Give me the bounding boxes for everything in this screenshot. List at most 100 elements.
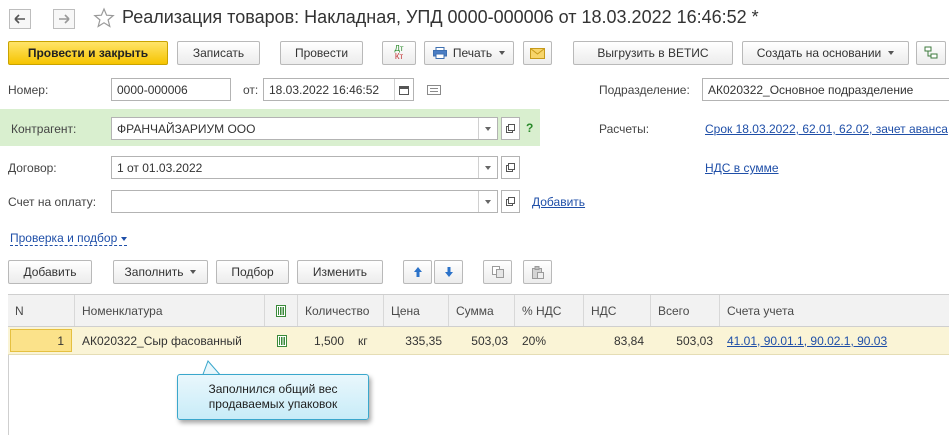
add-invoice-link[interactable]: Добавить	[532, 195, 585, 209]
print-label: Печать	[452, 46, 493, 60]
col-vat[interactable]: НДС	[584, 295, 651, 326]
col-qty[interactable]: Количество	[298, 295, 384, 326]
favorite-star-icon[interactable]	[93, 7, 115, 29]
counterparty-value: ФРАНЧАЙЗАРИУМ ООО	[117, 121, 256, 136]
counterparty-label: Контрагент:	[11, 122, 77, 136]
copy-row-button[interactable]	[483, 260, 512, 284]
cell-vat[interactable]: 83,84	[584, 327, 651, 354]
hierarchy-icon	[924, 46, 938, 59]
settlements-label: Расчеты:	[599, 122, 650, 136]
fill-label: Заполнить	[124, 265, 184, 279]
dt-kt-button[interactable]: Дт Кт	[382, 41, 416, 65]
col-marking[interactable]	[265, 295, 298, 326]
cell-price[interactable]: 335,35	[384, 327, 449, 354]
change-button[interactable]: Изменить	[297, 260, 383, 284]
cell-vat-rate[interactable]: 20%	[515, 327, 584, 354]
cell-qty[interactable]: 1,500	[298, 327, 351, 354]
check-and-selection-link[interactable]: Проверка и подбор	[10, 231, 128, 246]
chevron-down-icon	[485, 199, 491, 204]
table-header: N Номенклатура Количество Цена Сумма % Н…	[8, 294, 949, 327]
save-button[interactable]: Записать	[177, 41, 260, 65]
marking-code-icon	[276, 334, 287, 347]
invoice-label: Счет на оплату:	[8, 195, 97, 209]
date-label: от:	[243, 83, 259, 97]
paste-icon	[531, 265, 544, 279]
open-window-icon	[506, 124, 515, 133]
division-label: Подразделение:	[599, 83, 690, 97]
counterparty-field[interactable]: ФРАНЧАЙЗАРИУМ ООО	[111, 117, 498, 140]
contract-field[interactable]: 1 от 01.03.2022	[111, 156, 498, 179]
contract-label: Договор:	[8, 161, 57, 175]
chevron-down-icon	[485, 126, 491, 131]
col-sum[interactable]: Сумма	[449, 295, 515, 326]
invoice-open-button[interactable]	[501, 190, 520, 213]
post-and-close-button[interactable]: Провести и закрыть	[8, 41, 168, 65]
cell-unit[interactable]: кг	[351, 327, 384, 354]
open-window-icon	[506, 197, 515, 206]
paste-row-button[interactable]	[523, 260, 552, 284]
envelope-icon	[530, 47, 545, 59]
add-row-button[interactable]: Добавить	[8, 260, 92, 284]
structure-button[interactable]	[916, 41, 946, 65]
arrow-right-icon	[59, 14, 70, 24]
col-price[interactable]: Цена	[384, 295, 449, 326]
calendar-icon	[399, 85, 409, 95]
back-button[interactable]	[9, 9, 31, 29]
cell-total[interactable]: 503,03	[651, 327, 720, 354]
calendar-button[interactable]	[394, 79, 413, 100]
export-vetis-button[interactable]: Выгрузить в ВЕТИС	[573, 41, 733, 65]
comment-icon[interactable]	[427, 85, 441, 95]
chevron-down-icon	[121, 236, 128, 241]
cell-sum[interactable]: 503,03	[449, 327, 515, 354]
annotation-callout: Заполнился общий вес продаваемых упаково…	[177, 374, 369, 420]
arrow-left-icon	[14, 14, 25, 24]
col-item[interactable]: Номенклатура	[75, 295, 265, 326]
contract-dropdown-button[interactable]	[478, 157, 497, 178]
move-down-button[interactable]	[434, 260, 463, 284]
number-field[interactable]: 0000-000006	[111, 78, 231, 101]
selection-button[interactable]: Подбор	[216, 260, 289, 284]
date-field[interactable]: 18.03.2022 16:46:52	[263, 78, 414, 101]
arrow-down-icon	[444, 267, 453, 277]
create-based-on-label: Создать на основании	[756, 46, 882, 60]
marking-code-icon	[276, 304, 286, 317]
invoice-field[interactable]	[111, 190, 498, 213]
forward-button[interactable]	[53, 9, 75, 29]
chevron-down-icon	[499, 51, 506, 55]
invoice-dropdown-button[interactable]	[478, 191, 497, 212]
chevron-down-icon	[485, 165, 491, 170]
arrow-up-icon	[413, 267, 422, 277]
print-button[interactable]: Печать	[424, 41, 514, 65]
counterparty-dropdown-button[interactable]	[478, 118, 497, 139]
create-based-on-button[interactable]: Создать на основании	[742, 41, 909, 65]
cell-accounts-link[interactable]: 41.01, 90.01.1, 90.02.1, 90.03	[720, 327, 949, 354]
dt-kt-icon: Дт Кт	[394, 44, 404, 61]
date-value: 18.03.2022 16:46:52	[269, 82, 380, 97]
email-button[interactable]	[523, 41, 552, 65]
col-vat-rate[interactable]: % НДС	[515, 295, 584, 326]
counterparty-open-button[interactable]	[501, 117, 520, 140]
help-icon[interactable]: ?	[526, 121, 533, 135]
table-row[interactable]: 1 АК020322_Сыр фасованный 1,500 кг 335,3…	[8, 327, 949, 355]
copy-icon	[491, 266, 504, 278]
fill-button[interactable]: Заполнить	[113, 260, 208, 284]
printer-icon	[432, 47, 447, 59]
vat-in-amount-link[interactable]: НДС в сумме	[705, 161, 779, 175]
contract-value: 1 от 01.03.2022	[117, 160, 203, 175]
post-button[interactable]: Провести	[280, 41, 363, 65]
move-up-button[interactable]	[403, 260, 432, 284]
callout-line-2: продаваемых упаковок	[208, 397, 338, 411]
callout-line-1: Заполнился общий вес	[208, 382, 338, 396]
col-total[interactable]: Всего	[651, 295, 720, 326]
cell-item[interactable]: АК020322_Сыр фасованный	[75, 327, 265, 354]
cell-marking[interactable]	[265, 327, 298, 354]
chevron-down-icon	[190, 270, 197, 274]
col-n[interactable]: N	[8, 295, 75, 326]
chevron-down-icon	[888, 51, 895, 55]
col-accounts[interactable]: Счета учета	[720, 295, 949, 326]
division-field[interactable]: АК020322_Основное подразделение	[702, 78, 949, 101]
check-and-selection-label: Проверка и подбор	[10, 231, 118, 245]
contract-open-button[interactable]	[501, 156, 520, 179]
settlements-link[interactable]: Срок 18.03.2022, 62.01, 62.02, зачет ава…	[705, 122, 948, 136]
cell-n[interactable]: 1	[10, 329, 72, 352]
